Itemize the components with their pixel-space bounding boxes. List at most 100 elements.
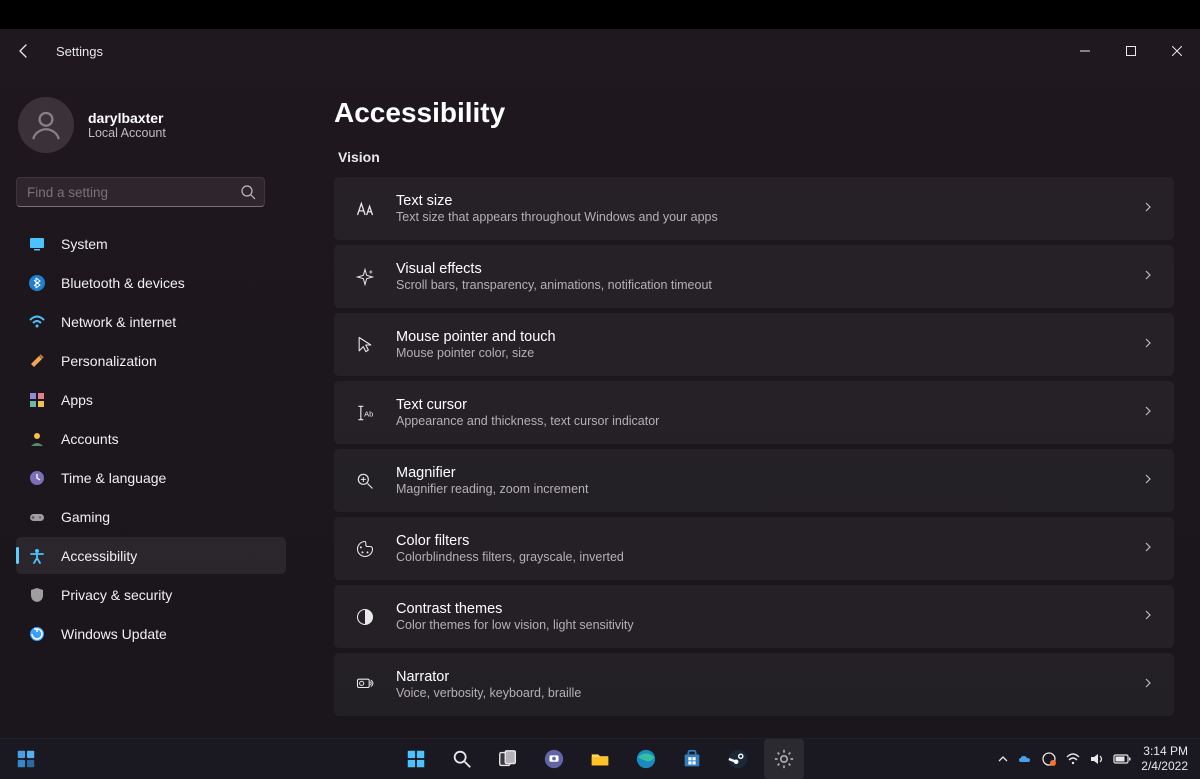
taskbar: 3:14 PM 2/4/2022 [0, 738, 1200, 779]
row-title: Visual effects [396, 261, 1142, 277]
sidebar-item-gaming[interactable]: Gaming [16, 498, 286, 535]
system-tray[interactable] [997, 751, 1131, 767]
sidebar-item-label: Bluetooth & devices [61, 275, 185, 291]
sidebar-item-label: System [61, 236, 108, 252]
sidebar-item-label: Windows Update [61, 626, 167, 642]
row-sub: Colorblindness filters, grayscale, inver… [396, 550, 1142, 564]
sidebar-item-privacy[interactable]: Privacy & security [16, 576, 286, 613]
row-title: Contrast themes [396, 601, 1142, 617]
setting-magnifier[interactable]: MagnifierMagnifier reading, zoom increme… [334, 449, 1174, 512]
taskbar-explorer[interactable] [580, 739, 620, 779]
row-title: Mouse pointer and touch [396, 329, 1142, 345]
taskbar-taskview[interactable] [488, 739, 528, 779]
taskbar-settings[interactable] [764, 739, 804, 779]
setting-contrast-themes[interactable]: Contrast themesColor themes for low visi… [334, 585, 1174, 648]
taskbar-steam[interactable] [718, 739, 758, 779]
taskbar-search[interactable] [442, 739, 482, 779]
onedrive-icon[interactable] [1017, 751, 1033, 767]
clock-lang-icon [28, 470, 46, 486]
text-cursor-icon: Ab [352, 403, 378, 423]
sidebar-item-label: Gaming [61, 509, 110, 525]
taskbar-clock[interactable]: 3:14 PM 2/4/2022 [1141, 744, 1188, 774]
setting-color-filters[interactable]: Color filtersColorblindness filters, gra… [334, 517, 1174, 580]
row-sub: Magnifier reading, zoom increment [396, 482, 1142, 496]
wifi-tray-icon[interactable] [1065, 751, 1081, 767]
row-sub: Scroll bars, transparency, animations, n… [396, 278, 1142, 292]
app-title: Settings [56, 44, 103, 59]
narrator-icon [352, 675, 378, 695]
settings-list: Text sizeText size that appears througho… [334, 177, 1174, 716]
avatar [18, 97, 74, 153]
sidebar-item-label: Personalization [61, 353, 157, 369]
close-button[interactable] [1154, 36, 1200, 66]
palette-icon [352, 539, 378, 559]
section-label: Vision [338, 149, 1174, 165]
sidebar-item-apps[interactable]: Apps [16, 381, 286, 418]
game-icon [28, 509, 46, 525]
taskbar-widgets[interactable] [6, 739, 46, 779]
taskbar-edge[interactable] [626, 739, 666, 779]
row-title: Text cursor [396, 397, 1142, 413]
sidebar-item-label: Privacy & security [61, 587, 172, 603]
search-box[interactable] [16, 177, 265, 207]
cursor-icon [352, 335, 378, 355]
sidebar-item-label: Apps [61, 392, 93, 408]
sidebar-item-label: Time & language [61, 470, 166, 486]
taskbar-chat[interactable] [534, 739, 574, 779]
sidebar-item-personalization[interactable]: Personalization [16, 342, 286, 379]
back-button[interactable] [12, 39, 36, 63]
setting-text-cursor[interactable]: Ab Text cursorAppearance and thickness, … [334, 381, 1174, 444]
row-sub: Voice, verbosity, keyboard, braille [396, 686, 1142, 700]
search-input[interactable] [27, 185, 232, 200]
tray-chevron-up-icon[interactable] [997, 753, 1009, 765]
update-icon [28, 626, 46, 642]
chevron-right-icon [1142, 472, 1154, 490]
row-title: Narrator [396, 669, 1142, 685]
settings-window: Settings darylbaxter Local Account [0, 29, 1200, 738]
chevron-right-icon [1142, 540, 1154, 558]
page-title: Accessibility [334, 97, 1174, 129]
contrast-icon [352, 607, 378, 627]
main-content: Accessibility Vision Text sizeText size … [286, 73, 1184, 738]
taskbar-store[interactable] [672, 739, 712, 779]
clock-time: 3:14 PM [1141, 744, 1188, 759]
sidebar-item-bluetooth[interactable]: Bluetooth & devices [16, 264, 286, 301]
row-sub: Appearance and thickness, text cursor in… [396, 414, 1142, 428]
sidebar: darylbaxter Local Account System Bluetoo… [16, 73, 286, 738]
sidebar-item-accounts[interactable]: Accounts [16, 420, 286, 457]
update-tray-icon[interactable] [1041, 751, 1057, 767]
maximize-button[interactable] [1108, 36, 1154, 66]
chevron-right-icon [1142, 200, 1154, 218]
shield-icon [28, 587, 46, 603]
battery-tray-icon[interactable] [1113, 753, 1131, 765]
start-button[interactable] [396, 739, 436, 779]
account-type: Local Account [88, 126, 166, 140]
clock-date: 2/4/2022 [1141, 759, 1188, 774]
row-sub: Mouse pointer color, size [396, 346, 1142, 360]
display-icon [28, 236, 46, 252]
chevron-right-icon [1142, 268, 1154, 286]
sidebar-item-system[interactable]: System [16, 225, 286, 262]
row-title: Magnifier [396, 465, 1142, 481]
sidebar-item-label: Accessibility [61, 548, 137, 564]
setting-visual-effects[interactable]: Visual effectsScroll bars, transparency,… [334, 245, 1174, 308]
sidebar-item-label: Accounts [61, 431, 119, 447]
row-sub: Color themes for low vision, light sensi… [396, 618, 1142, 632]
minimize-button[interactable] [1062, 36, 1108, 66]
search-icon [240, 184, 256, 205]
account-block[interactable]: darylbaxter Local Account [16, 97, 286, 153]
sidebar-item-network[interactable]: Network & internet [16, 303, 286, 340]
person-icon [28, 431, 46, 447]
chevron-right-icon [1142, 404, 1154, 422]
chevron-right-icon [1142, 676, 1154, 694]
setting-text-size[interactable]: Text sizeText size that appears througho… [334, 177, 1174, 240]
account-name: darylbaxter [88, 110, 166, 126]
sidebar-item-accessibility[interactable]: Accessibility [16, 537, 286, 574]
setting-narrator[interactable]: NarratorVoice, verbosity, keyboard, brai… [334, 653, 1174, 716]
svg-text:Ab: Ab [364, 409, 373, 418]
setting-mouse-pointer[interactable]: Mouse pointer and touchMouse pointer col… [334, 313, 1174, 376]
sidebar-item-time[interactable]: Time & language [16, 459, 286, 496]
sidebar-item-update[interactable]: Windows Update [16, 615, 286, 652]
volume-tray-icon[interactable] [1089, 751, 1105, 767]
titlebar: Settings [0, 29, 1200, 73]
